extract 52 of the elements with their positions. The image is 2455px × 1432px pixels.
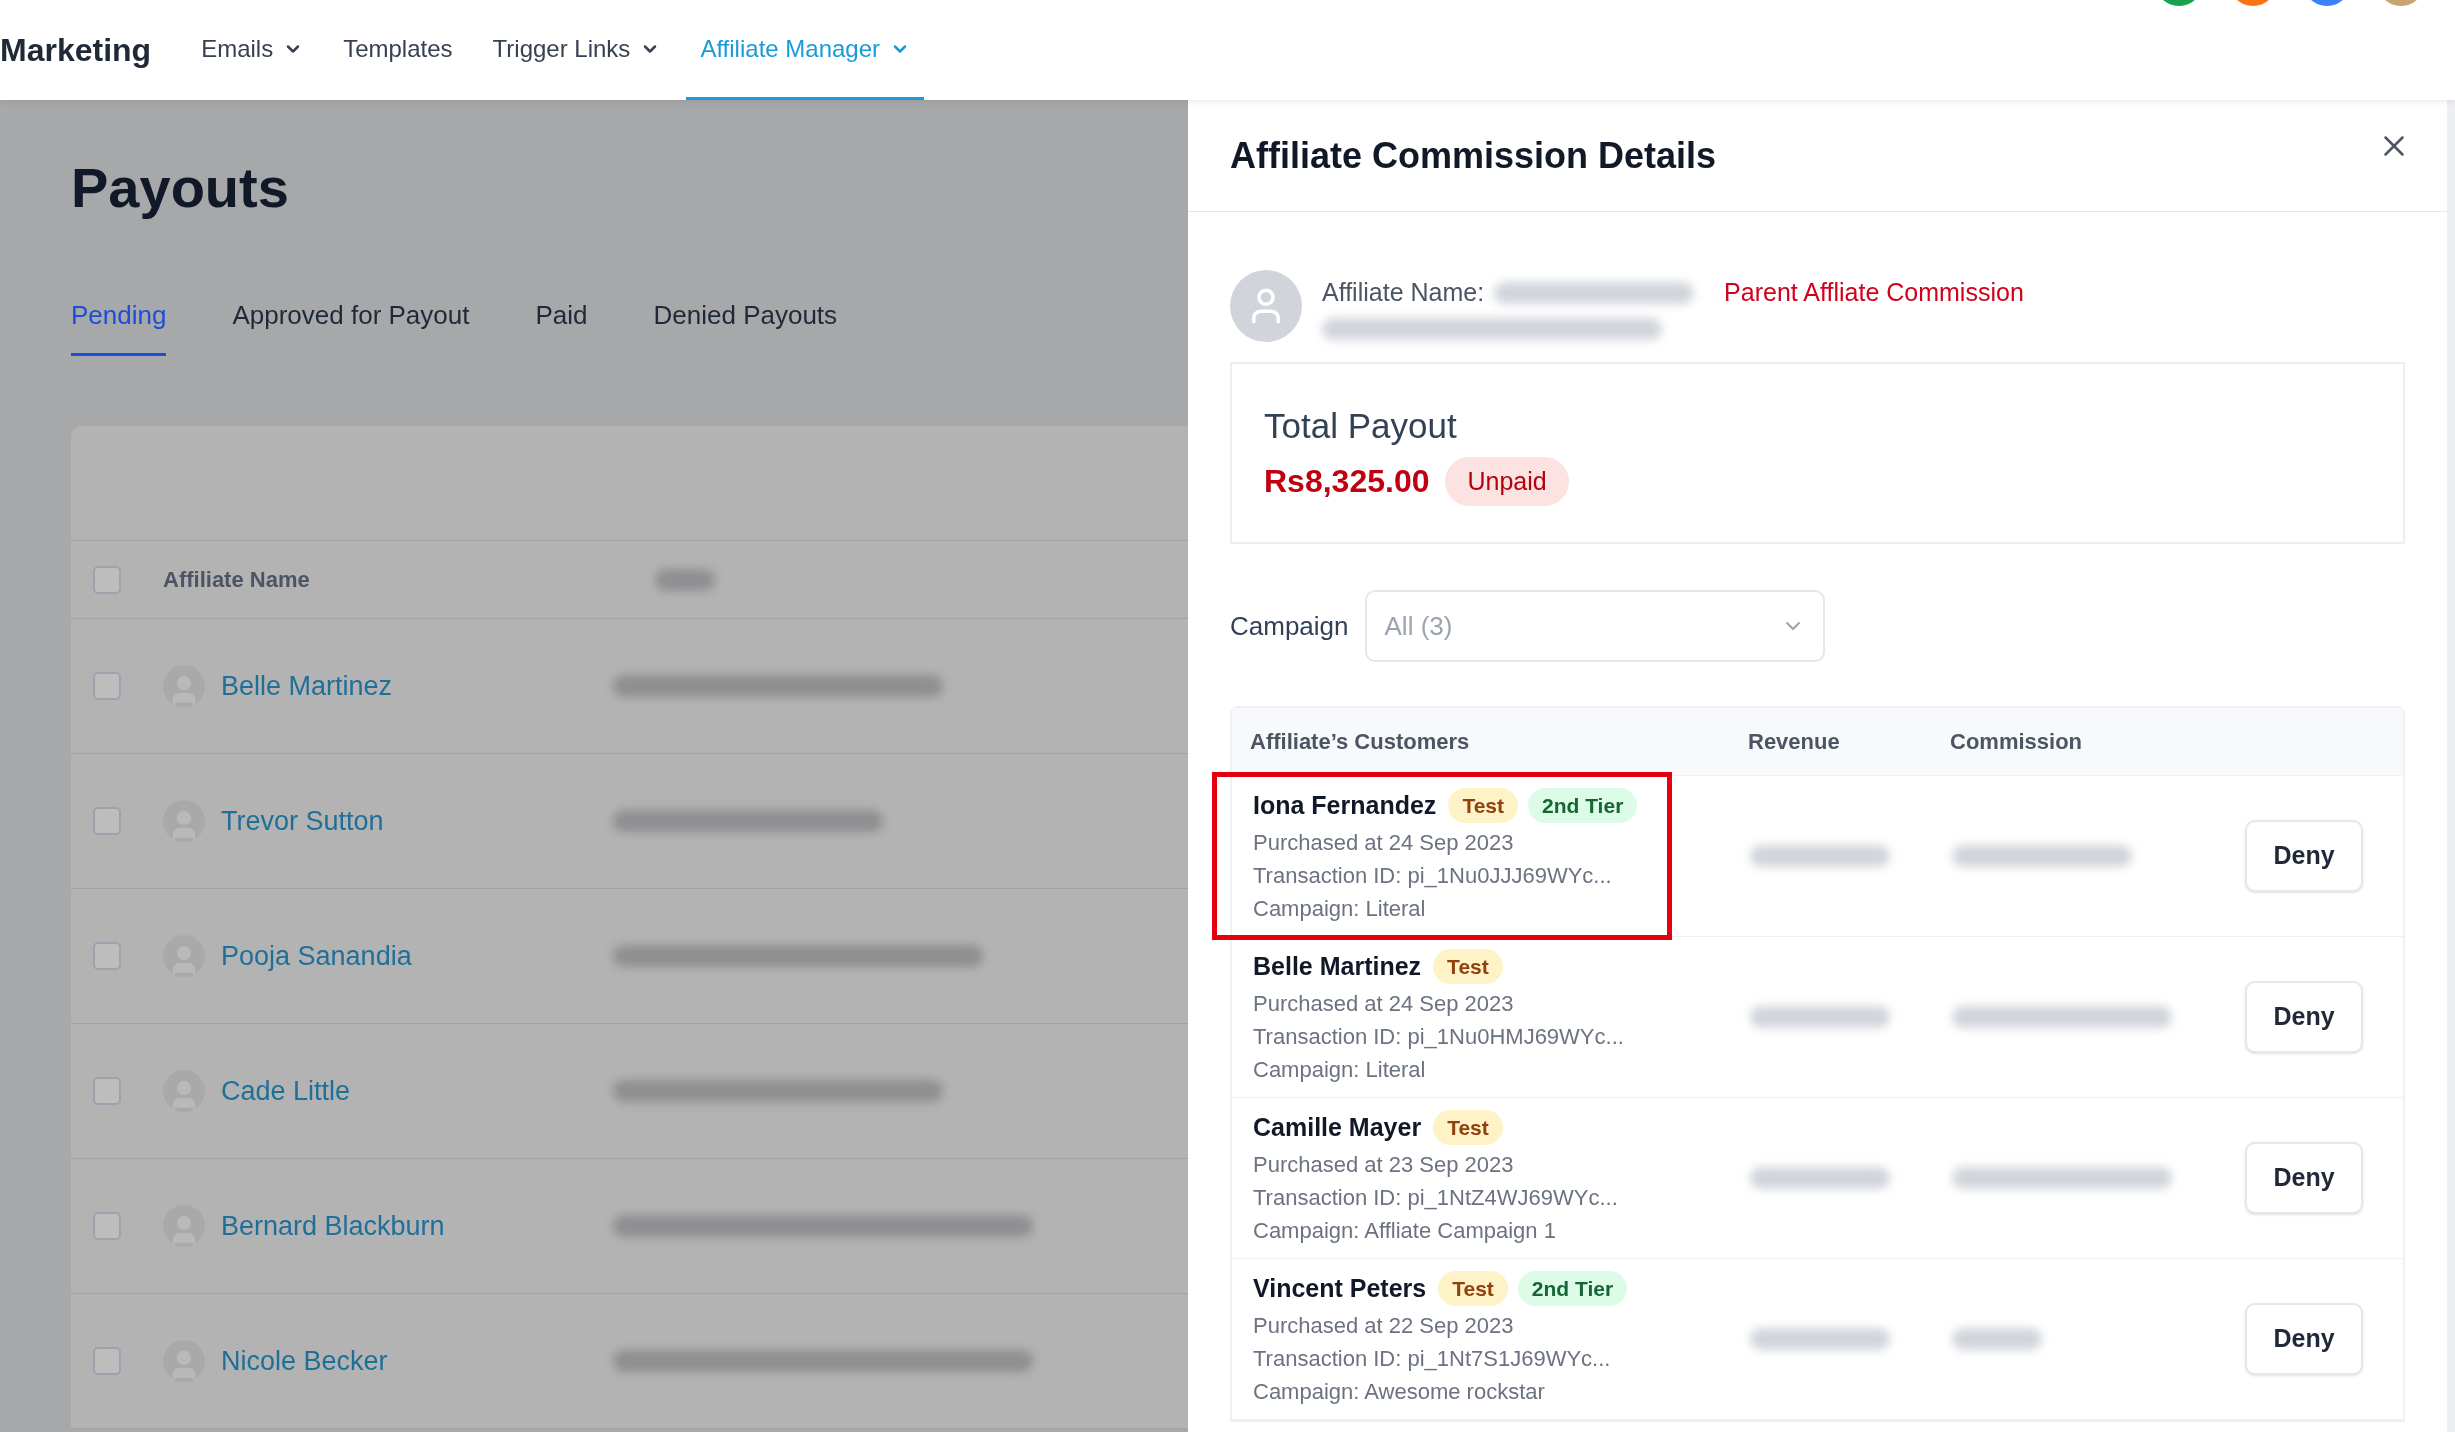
customer-name: Belle Martinez <box>1253 950 1422 982</box>
status-tab[interactable]: Denied Payouts <box>653 296 838 356</box>
transaction-id: Transaction ID: pi_1Nu0JJJ69WYc... <box>1253 862 1613 891</box>
customer-name: Camille Mayer <box>1253 1111 1422 1143</box>
customer-name: Vincent Peters <box>1253 1272 1427 1304</box>
status-tab[interactable]: Paid <box>535 296 588 356</box>
transaction-id: Transaction ID: pi_1NtZ4WJ69WYc... <box>1253 1184 1619 1213</box>
drawer-title: Affiliate Commission Details <box>1230 133 1717 178</box>
checkbox[interactable] <box>93 1077 121 1105</box>
status-tab[interactable]: Approved for Payout <box>232 296 470 356</box>
campaign-name: Campaign: Literal <box>1253 895 1427 924</box>
redacted-text <box>655 568 715 591</box>
tag-badge: 2nd Tier <box>1517 1270 1628 1307</box>
brand-title: Marketing <box>0 31 152 70</box>
campaign-name: Campaign: Affliate Campaign 1 <box>1253 1217 1557 1246</box>
tag-badge: Test <box>1433 948 1503 985</box>
purchase-date: Purchased at 24 Sep 2023 <box>1253 829 1515 858</box>
checkbox[interactable] <box>93 942 121 970</box>
nav-tab[interactable]: Emails <box>187 0 318 100</box>
deny-button[interactable]: Deny <box>2245 1303 2363 1375</box>
transaction-id: Transaction ID: pi_1Nu0HMJ69WYc... <box>1253 1023 1625 1052</box>
total-payout-label: Total Payout <box>1264 405 1458 447</box>
customer-name: Iona Fernandez <box>1253 789 1437 821</box>
purchase-date: Purchased at 23 Sep 2023 <box>1253 1151 1515 1180</box>
checkbox[interactable] <box>93 807 121 835</box>
campaign-name: Campaign: Literal <box>1253 1056 1427 1085</box>
checkbox[interactable] <box>93 672 121 700</box>
purchase-date: Purchased at 24 Sep 2023 <box>1253 990 1515 1019</box>
column-header: Revenue <box>1748 728 1841 756</box>
transaction-id: Transaction ID: pi_1Nt7S1J69WYc... <box>1253 1345 1612 1374</box>
payout-amount: Rs8,325.00 <box>1264 462 1430 502</box>
campaign-label: Campaign <box>1230 609 1349 643</box>
tag-badge: 2nd Tier <box>1528 787 1638 824</box>
status-badge: Unpaid <box>1445 456 1569 506</box>
affiliate-name-label: Affiliate Name: <box>1322 277 1485 308</box>
checkbox[interactable] <box>93 1212 121 1240</box>
nav-tab[interactable]: Trigger Links <box>478 0 675 100</box>
checkbox[interactable] <box>93 565 121 594</box>
deny-button[interactable]: Deny <box>2245 820 2363 892</box>
nav-tab[interactable]: Templates <box>329 0 467 100</box>
tag-badge: Test <box>1448 787 1518 824</box>
parent-commission-link[interactable]: Parent Affliate Commission <box>1724 274 2024 312</box>
deny-button[interactable]: Deny <box>2245 1142 2363 1214</box>
tag-badge: Test <box>1433 1109 1503 1146</box>
deny-button[interactable]: Deny <box>2245 981 2363 1053</box>
checkbox[interactable] <box>93 1347 121 1375</box>
campaign-name: Campaign: Awesome rockstar <box>1253 1378 1546 1407</box>
column-header: Commission <box>1950 728 2083 756</box>
tag-badge: Test <box>1438 1270 1508 1307</box>
column-header: Affiliate’s Customers <box>1250 728 1471 756</box>
purchase-date: Purchased at 22 Sep 2023 <box>1253 1312 1515 1341</box>
column-header: Affiliate Name <box>163 566 311 594</box>
